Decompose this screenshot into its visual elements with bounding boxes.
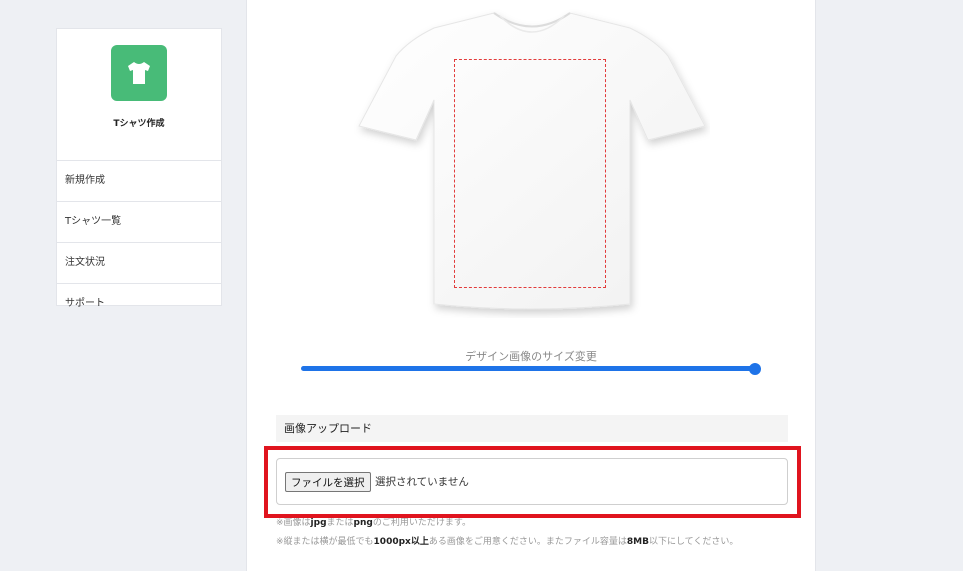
note-text: ※縦または横が最低でも [276,537,374,547]
slider-thumb[interactable] [749,363,761,375]
design-size-slider[interactable] [301,363,761,375]
note-text: ※画像は [276,518,311,528]
tshirt-icon[interactable] [111,45,167,101]
note-bold: 1000px以上 [373,537,429,547]
note-text: 以下にしてください。 [648,537,739,547]
print-area[interactable] [454,59,606,288]
upload-heading: 画像アップロード [276,415,788,442]
brand: Tシャツ作成 [57,45,221,161]
note-bold: png [353,518,373,528]
note-text: ある画像をご用意ください。またファイル容量は [428,537,627,547]
brand-name: Tシャツ作成 [113,119,165,129]
sidebar-item-tshirt-list[interactable]: Tシャツ一覧 [57,202,221,243]
sidebar: Tシャツ作成 新規作成 Tシャツ一覧 注文状況 サポート [56,28,222,309]
upload-note-size: ※縦または横が最低でも1000px以上ある画像をご用意ください。またファイル容量… [276,534,738,547]
note-text: のご利用いただけます。 [372,518,471,528]
main-content: デザイン画像のサイズ変更 画像アップロード ファイルを選択 選択されていません … [246,0,816,571]
sidebar-item-support[interactable]: サポート [57,284,221,324]
sidebar-item-new[interactable]: 新規作成 [57,161,221,202]
upload-highlight-frame [264,446,801,518]
note-bold: jpg [310,518,327,528]
note-bold: 8MB [626,537,649,547]
note-text: または [326,518,354,528]
sidebar-item-order-status[interactable]: 注文状況 [57,243,221,284]
slider-track [301,366,755,371]
slider-label: デザイン画像のサイズ変更 [465,350,597,363]
